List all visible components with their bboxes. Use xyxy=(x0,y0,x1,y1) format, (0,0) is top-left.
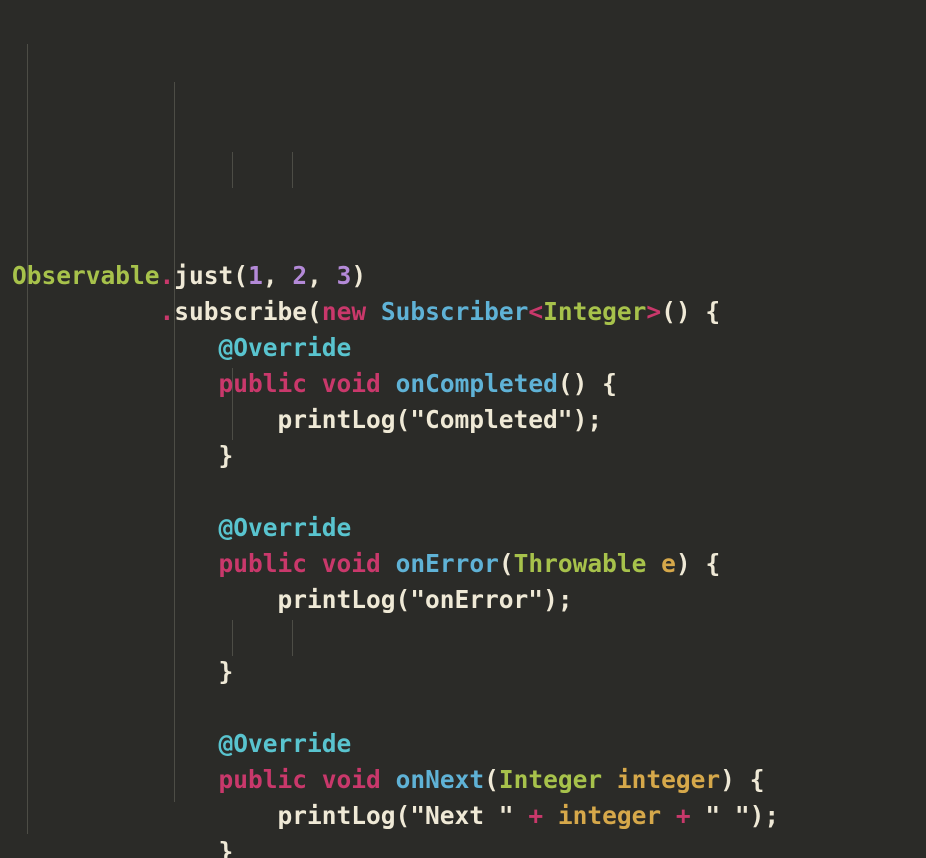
type-observable: Observable xyxy=(12,261,160,290)
lbrace-onCompleted: { xyxy=(602,369,617,398)
dot: . xyxy=(160,261,175,290)
string-onError: "onError" xyxy=(410,585,543,614)
type-subscriber: Subscriber xyxy=(381,297,529,326)
param-integer: integer xyxy=(617,765,720,794)
param-e: e xyxy=(661,549,676,578)
string-space: " " xyxy=(705,801,749,830)
lt: < xyxy=(528,297,543,326)
comma2: , xyxy=(307,261,337,290)
string-completed: "Completed" xyxy=(410,405,572,434)
lparen-onNext: ( xyxy=(484,765,499,794)
lparen-p3: ( xyxy=(396,801,411,830)
type-integer-param: Integer xyxy=(499,765,602,794)
rparen-p1: ) xyxy=(573,405,588,434)
num-3: 3 xyxy=(337,261,352,290)
annotation-override-1: @Override xyxy=(219,333,352,362)
kw-public-1: public xyxy=(219,369,308,398)
lparen-onError: ( xyxy=(499,549,514,578)
lparen2: ( xyxy=(307,297,322,326)
rparen-onNext: ) xyxy=(720,765,735,794)
lbrace-onError: { xyxy=(705,549,720,578)
semi-2: ; xyxy=(558,585,573,614)
rparen-p3: ) xyxy=(750,801,765,830)
comma1: , xyxy=(263,261,293,290)
kw-public-3: public xyxy=(219,765,308,794)
call-printLog-3: printLog xyxy=(278,801,396,830)
annotation-override-3: @Override xyxy=(219,729,352,758)
num-1: 1 xyxy=(248,261,263,290)
empty-args: () xyxy=(661,297,691,326)
kw-void-2: void xyxy=(322,549,381,578)
kw-public-2: public xyxy=(219,549,308,578)
num-2: 2 xyxy=(292,261,307,290)
kw-void-3: void xyxy=(322,765,381,794)
call-printLog-1: printLog xyxy=(278,405,396,434)
rparen-p2: ) xyxy=(543,585,558,614)
lbrace-onNext: { xyxy=(750,765,765,794)
gt: > xyxy=(646,297,661,326)
method-just: just xyxy=(174,261,233,290)
args-onCompleted: () xyxy=(558,369,588,398)
kw-void-1: void xyxy=(322,369,381,398)
lparen-p1: ( xyxy=(396,405,411,434)
rbrace-onError: } xyxy=(219,657,234,686)
type-integer-generic: Integer xyxy=(543,297,646,326)
semi-1: ; xyxy=(587,405,602,434)
lparen: ( xyxy=(233,261,248,290)
rparen: ) xyxy=(351,261,366,290)
decl-onCompleted: onCompleted xyxy=(396,369,558,398)
semi-3: ; xyxy=(764,801,779,830)
rbrace-onNext: } xyxy=(219,837,234,858)
ref-integer: integer xyxy=(558,801,661,830)
space xyxy=(366,297,381,326)
annotation-override-2: @Override xyxy=(219,513,352,542)
lbrace-anon: { xyxy=(691,297,721,326)
lparen-p2: ( xyxy=(396,585,411,614)
type-throwable: Throwable xyxy=(514,549,647,578)
method-subscribe: subscribe xyxy=(174,297,307,326)
code-block: Observable.just(1, 2, 3) .subscribe(new … xyxy=(0,0,926,858)
plus-1: + xyxy=(514,801,558,830)
plus-2: + xyxy=(661,801,705,830)
kw-new: new xyxy=(322,297,366,326)
decl-onNext: onNext xyxy=(396,765,485,794)
decl-onError: onError xyxy=(396,549,499,578)
string-next: "Next " xyxy=(410,801,513,830)
dot2: . xyxy=(160,297,175,326)
call-printLog-2: printLog xyxy=(278,585,396,614)
rbrace-onCompleted: } xyxy=(219,441,234,470)
rparen-onError: ) xyxy=(676,549,691,578)
